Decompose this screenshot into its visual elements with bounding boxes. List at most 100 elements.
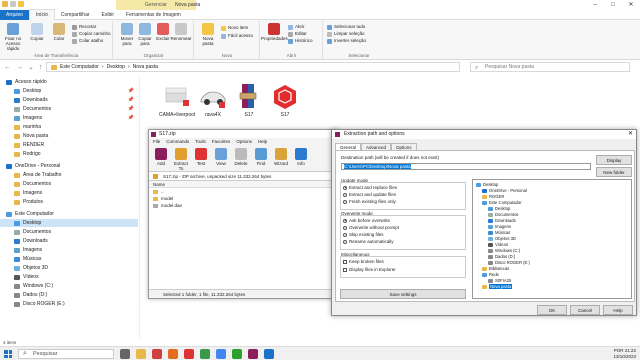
sidebar-item-onedrive-images[interactable]: Imagens <box>0 189 138 197</box>
select-none-button[interactable]: Limpar seleção <box>327 31 365 37</box>
menu-help[interactable]: Help <box>258 138 267 146</box>
brave-icon[interactable] <box>168 349 178 359</box>
properties-button[interactable]: Propriedades <box>261 23 288 41</box>
file-item[interactable]: CAMA+liverpool <box>157 82 197 118</box>
sidebar-item-onedrive[interactable]: OneDrive - Personal <box>0 162 138 170</box>
file-item[interactable]: S17 <box>265 82 305 118</box>
sidebar-item-images[interactable]: Imagens 📌 <box>0 114 138 122</box>
tree-item[interactable]: Desktop <box>488 206 510 211</box>
new-folder-button[interactable]: New folder <box>596 167 632 177</box>
tree-item[interactable]: Imagens <box>488 224 511 229</box>
sidebar-item-onedrive-desktop[interactable]: Área de Trabalho <box>0 171 138 179</box>
checkbox-display-explorer[interactable]: Display files in Explorer <box>343 267 396 272</box>
menu-favorites[interactable]: Favorites <box>212 138 231 146</box>
save-settings-button[interactable]: Save settings <box>340 289 466 299</box>
radio-rename-auto[interactable]: Rename automatically <box>343 239 394 244</box>
list-item[interactable]: model.dae <box>149 202 337 209</box>
tree-item[interactable]: Objetos 3D <box>488 236 516 241</box>
new-item-button[interactable]: Novo item <box>221 25 248 31</box>
sidebar-item-desktop[interactable]: Desktop 📌 <box>0 87 138 95</box>
taskbar-search[interactable]: ⌕ Pesquisar <box>18 349 114 359</box>
tab-picture-tools[interactable]: Ferramentas de Imagem <box>120 10 187 20</box>
sidebar-item-pc-downloads[interactable]: Downloads <box>0 237 138 245</box>
breadcrumb-computer[interactable]: Este Computador <box>60 63 99 71</box>
language-indicator[interactable]: POR <box>614 348 624 353</box>
radio-overwrite-without[interactable]: Overwrite without prompt <box>343 225 399 230</box>
copy-path-button[interactable]: Copiar caminho <box>72 31 111 37</box>
tree-item[interactable]: Rede <box>482 272 499 277</box>
app-icon[interactable] <box>264 349 274 359</box>
tree-item[interactable]: Este Computador <box>482 200 522 205</box>
cancel-button[interactable]: Cancel <box>570 305 600 315</box>
tree-item[interactable]: S0FIA25 <box>488 278 511 283</box>
sidebar-item-rodrigo[interactable]: Rodrigo <box>0 150 138 158</box>
tree-item[interactable]: Dados (D:) <box>488 254 515 259</box>
tab-view[interactable]: Exibir <box>96 10 121 20</box>
forward-icon[interactable]: → <box>16 64 23 71</box>
start-button[interactable] <box>4 350 12 358</box>
select-all-button[interactable]: Selecionar tudo <box>327 24 365 30</box>
easy-access-button[interactable]: Fácil acesso <box>221 33 253 39</box>
destination-path-input[interactable]: C:\Users\PC\Desktop\Nova pasta <box>341 163 591 170</box>
close-icon[interactable]: ✕ <box>622 0 640 10</box>
pin-button[interactable]: Fixar no Acesso rápido <box>2 23 24 51</box>
edit-button[interactable]: Editar <box>288 31 307 37</box>
tree-item[interactable]: ROGER <box>482 194 504 199</box>
view-button[interactable]: View <box>213 146 229 171</box>
properties-icon[interactable] <box>10 1 16 7</box>
sidebar-item-marinha[interactable]: marinha <box>0 123 138 131</box>
sidebar-item-pc-documents[interactable]: Documentos <box>0 228 138 236</box>
minimize-icon[interactable]: – <box>586 0 604 10</box>
menu-options[interactable]: Options <box>236 138 252 146</box>
sidebar-item-pc-images[interactable]: Imagens <box>0 246 138 254</box>
sidebar-item-pc-3d-objects[interactable]: Objetos 3D <box>0 264 138 272</box>
tree-item[interactable]: Desktop <box>476 182 498 187</box>
file-explorer-icon[interactable] <box>136 349 146 359</box>
address-path[interactable]: Este Computador › Desktop › Nova pasta <box>46 62 460 72</box>
find-button[interactable]: Find <box>253 146 269 171</box>
folder-tree[interactable]: Desktop OneDrive - Personal ROGER Este C… <box>472 179 632 299</box>
extract-to-button[interactable]: Extract To <box>173 146 189 171</box>
radio-extract-update[interactable]: Extract and update files <box>343 192 396 197</box>
sidebar-item-onedrive-documents[interactable]: Documentos <box>0 180 138 188</box>
sidebar-item-render[interactable]: RENDER <box>0 141 138 149</box>
menu-tools[interactable]: Tools <box>195 138 206 146</box>
app-icon[interactable] <box>200 349 210 359</box>
new-folder-icon[interactable] <box>18 1 24 7</box>
wizard-button[interactable]: Wizard <box>273 146 289 171</box>
cut-button[interactable]: Recortar <box>72 24 96 30</box>
radio-extract-replace[interactable]: Extract and replace files <box>343 185 397 190</box>
test-button[interactable]: Test <box>193 146 209 171</box>
tree-item[interactable]: Windows (C:) <box>488 248 520 253</box>
file-item[interactable]: S17 <box>229 82 269 118</box>
tab-share[interactable]: Compartilhar <box>55 10 96 20</box>
app-icon[interactable] <box>152 349 162 359</box>
tree-item[interactable]: Vídeos <box>488 242 508 247</box>
tree-item[interactable]: Downloads <box>488 218 516 223</box>
radio-fresh-existing[interactable]: Fresh existing files only <box>343 199 396 204</box>
checkbox-keep-broken[interactable]: Keep broken files <box>343 259 384 264</box>
column-header-name[interactable]: Name <box>149 181 337 188</box>
up-folder-icon[interactable] <box>153 174 158 179</box>
sidebar-item-documents[interactable]: Documentos 📌 <box>0 105 138 113</box>
open-button[interactable]: Abrir <box>288 24 305 30</box>
info-button[interactable]: Info <box>293 146 309 171</box>
folder-icon[interactable] <box>2 1 8 7</box>
radio-ask-before[interactable]: Ask before overwrite <box>343 218 390 223</box>
delete-button[interactable]: Delete <box>233 146 249 171</box>
system-tray[interactable]: POR 21:22 13/10/2023 <box>613 348 636 360</box>
copy-button[interactable]: Copiar <box>26 23 48 41</box>
rename-button[interactable]: Renomear <box>170 23 192 41</box>
tree-item-selected[interactable]: Nova pasta <box>482 284 513 289</box>
sidebar-item-nova-pasta[interactable]: Nova pasta <box>0 132 138 140</box>
paste-shortcut-button[interactable]: Colar atalho <box>72 38 103 44</box>
tree-item[interactable]: Músicas <box>488 230 510 235</box>
add-button[interactable]: Add <box>153 146 169 171</box>
breadcrumb-desktop[interactable]: Desktop <box>107 63 125 71</box>
back-icon[interactable]: ← <box>4 64 11 71</box>
chrome-icon[interactable] <box>216 349 226 359</box>
archive-path[interactable]: S17.zip - ZIP archive, unpacked size 11.… <box>149 172 337 181</box>
menu-commands[interactable]: Commands <box>166 138 189 146</box>
radio-skip-existing[interactable]: Skip existing files <box>343 232 384 237</box>
tab-home[interactable]: Início <box>28 9 55 20</box>
